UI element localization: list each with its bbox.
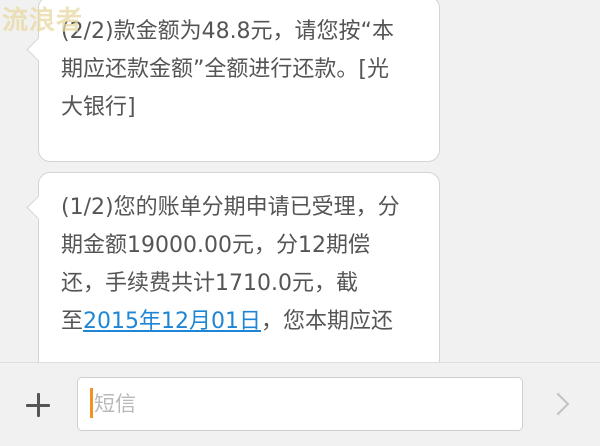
sms-input-container[interactable] <box>77 377 523 431</box>
watermark-logo: 流浪者 <box>2 6 84 36</box>
message-text-line: 大银行] <box>61 95 136 120</box>
message-text-line: 期金额19000.00元，分12期偿 <box>61 233 370 258</box>
plus-icon <box>26 393 50 417</box>
message-text-line: (2/2)款金额为48.8元，请您按“本 <box>61 19 394 44</box>
message-thread[interactable]: (2/2)款金额为48.8元，请您按“本 期应还款金额”全额进行还款。[光 大银… <box>0 0 600 362</box>
send-button[interactable] <box>540 385 580 425</box>
chevron-right-icon <box>546 392 570 416</box>
message-bubble-2-of-2[interactable]: (2/2)款金额为48.8元，请您按“本 期应还款金额”全额进行还款。[光 大银… <box>38 0 440 162</box>
message-text-line: (1/2)您的账单分期申请已受理，分 <box>61 195 400 220</box>
date-link[interactable]: 2015年12月01日 <box>83 309 261 334</box>
message-text-line: 期应还款金额”全额进行还款。[光 <box>61 57 389 82</box>
message-bubble-1-of-2[interactable]: (1/2)您的账单分期申请已受理，分 期金额19000.00元，分12期偿 还，… <box>38 172 440 362</box>
add-attachment-button[interactable] <box>18 385 58 425</box>
message-text-suffix: ，您本期应还 <box>261 309 394 334</box>
message-text-line: 至2015年12月01日，您本期应还 <box>61 303 419 341</box>
message-text-line: 还，手续费共计1710.0元，截 <box>61 271 358 296</box>
message-composer <box>0 362 600 446</box>
message-text-prefix: 至 <box>61 309 84 334</box>
sms-input[interactable] <box>92 378 514 430</box>
